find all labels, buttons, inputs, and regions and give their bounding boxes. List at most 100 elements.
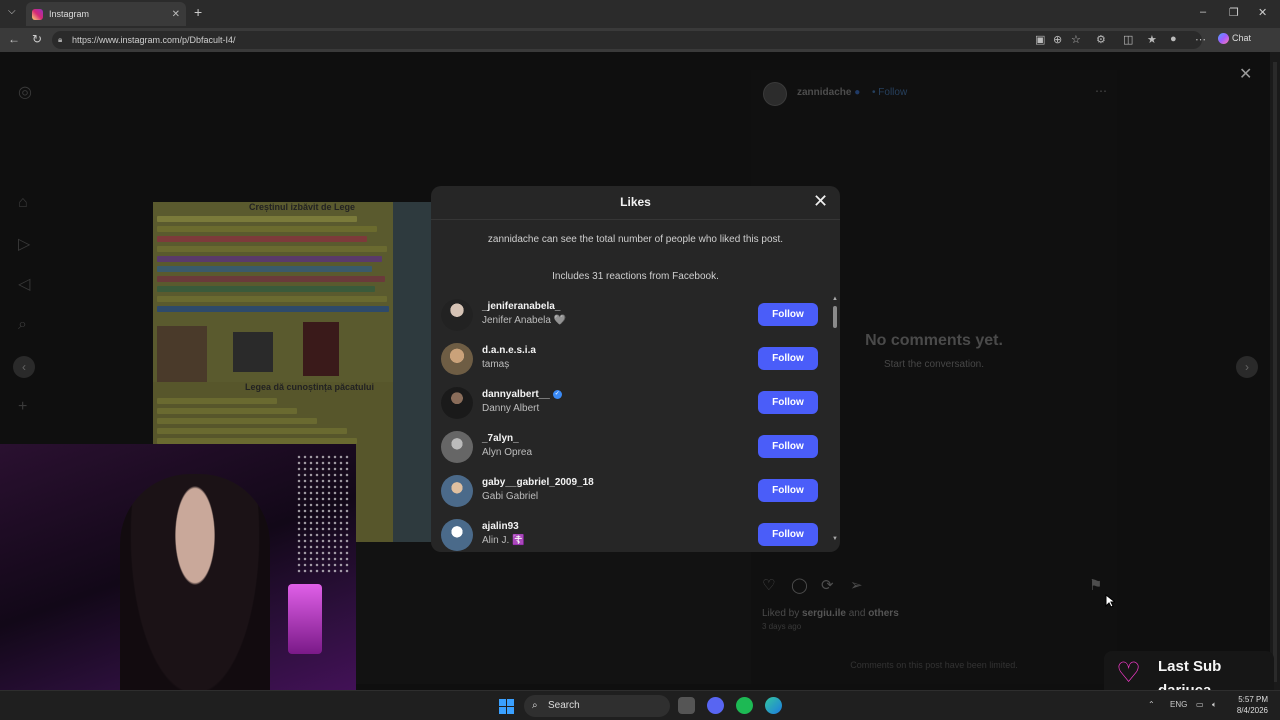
username[interactable]: _jeniferanabela_ xyxy=(482,301,560,312)
share-icon[interactable]: ➢ xyxy=(850,576,863,594)
discord-icon[interactable] xyxy=(707,697,724,714)
verified-badge-icon: ✓ xyxy=(552,389,562,399)
streamer-person xyxy=(120,474,270,720)
copilot-chat-button[interactable]: Chat xyxy=(1218,33,1252,45)
windows-start-icon[interactable] xyxy=(499,699,514,714)
author-avatar[interactable] xyxy=(763,82,787,106)
mouse-cursor-icon xyxy=(1105,594,1115,608)
edge-browser-icon[interactable] xyxy=(765,697,782,714)
windows-taskbar: ⌕ Search ⌃ ENG ▭ 🔈︎ 5:57 PM 8/4/2026 xyxy=(0,690,1280,720)
modal-title: Likes xyxy=(620,195,651,209)
liked-by-text[interactable]: Liked by sergiu.ile and others xyxy=(762,608,899,619)
scroll-up-icon[interactable]: ▲ xyxy=(832,296,838,302)
repost-icon[interactable]: ⟳ xyxy=(821,576,834,594)
spotify-icon[interactable] xyxy=(736,697,753,714)
like-row[interactable]: d.a.n.e.s.i.a tamaș Follow xyxy=(441,340,821,384)
full-name: Gabi Gabriel xyxy=(482,491,539,502)
follow-button[interactable]: Follow xyxy=(758,347,818,370)
zoom-icon[interactable]: ⊕ xyxy=(1053,33,1062,46)
follow-button[interactable]: Follow xyxy=(758,391,818,414)
like-row[interactable]: gaby__gabriel_2009_18 Gabi Gabriel Follo… xyxy=(441,472,821,516)
clock-time: 5:57 PM xyxy=(1238,695,1268,704)
username[interactable]: ajalin93 xyxy=(482,521,519,532)
follow-button[interactable]: Follow xyxy=(758,479,818,502)
page-scrollbar[interactable] xyxy=(1270,52,1280,690)
collage-subtitle: Legea dă cunoștința păcatului xyxy=(245,382,375,392)
user-avatar[interactable] xyxy=(441,519,473,551)
heart-icon: ♡ xyxy=(1116,657,1142,688)
lock-icon: 🔒︎ xyxy=(58,35,63,44)
tab-title: Instagram xyxy=(49,9,90,19)
likes-visibility-note: zannidache can see the total number of p… xyxy=(487,234,784,245)
like-row[interactable]: ajalin93 Alin J. ☦️ Follow xyxy=(441,516,821,552)
maximize-icon[interactable]: ❐ xyxy=(1229,6,1239,19)
app-icon[interactable]: ▣ xyxy=(1035,33,1045,46)
url-text: https://www.instagram.com/p/Dbfacult-I4/ xyxy=(72,35,236,45)
new-tab-icon[interactable]: + xyxy=(194,4,202,20)
follow-author-link[interactable]: • Follow xyxy=(872,87,907,98)
user-avatar[interactable] xyxy=(441,343,473,375)
tab-menu-icon[interactable]: ⌵ xyxy=(8,6,16,17)
extensions-icon[interactable]: ⚙ xyxy=(1096,33,1106,46)
scroll-down-icon[interactable]: ▼ xyxy=(832,536,838,542)
taskbar-search[interactable]: ⌕ Search xyxy=(524,695,670,717)
back-icon[interactable]: ← xyxy=(8,32,20,46)
volume-icon[interactable]: 🔈︎ xyxy=(1212,700,1217,710)
search-icon[interactable]: ⌕ xyxy=(18,316,27,334)
username[interactable]: dannyalbert__ ✓ xyxy=(482,389,562,400)
follow-button[interactable]: Follow xyxy=(758,435,818,458)
browser-tab[interactable]: Instagram ✕ xyxy=(26,2,186,26)
messages-icon[interactable]: ◁ xyxy=(18,274,30,294)
follow-button[interactable]: Follow xyxy=(758,523,818,546)
window-close-icon[interactable]: ✕ xyxy=(1258,6,1267,19)
file-explorer-icon[interactable] xyxy=(678,697,695,714)
tray-expand-icon[interactable]: ⌃ xyxy=(1148,700,1155,709)
browser-toolbar: ← ↻ 🔒︎ https://www.instagram.com/p/Dbfac… xyxy=(0,28,1280,52)
like-row[interactable]: _7alyn_ Alyn Oprea Follow xyxy=(441,428,821,472)
carousel-next-icon[interactable]: › xyxy=(1236,356,1258,378)
chat-label: Chat xyxy=(1232,33,1252,43)
post-author[interactable]: zannidache ● xyxy=(797,87,860,98)
follow-button[interactable]: Follow xyxy=(758,303,818,326)
comment-icon[interactable]: ◯ xyxy=(791,576,808,594)
username[interactable]: _7alyn_ xyxy=(482,433,519,444)
user-avatar[interactable] xyxy=(441,431,473,463)
username[interactable]: gaby__gabriel_2009_18 xyxy=(482,477,594,488)
streamer-webcam xyxy=(0,444,356,720)
post-close-icon[interactable]: ✕ xyxy=(1239,64,1252,84)
reload-icon[interactable]: ↻ xyxy=(32,32,42,46)
collage-title: Creștinul izbăvit de Lege xyxy=(249,202,356,212)
network-icon[interactable]: ▭ xyxy=(1196,700,1204,709)
likes-scrollbar[interactable]: ▲ ▼ xyxy=(832,296,838,546)
create-icon[interactable]: + xyxy=(18,398,27,416)
more-options-icon[interactable]: ⋯ xyxy=(1095,84,1107,98)
like-row[interactable]: _jeniferanabela_ Jenifer Anabela 🩶 Follo… xyxy=(441,296,821,340)
clock-date: 8/4/2026 xyxy=(1236,706,1268,715)
minimize-icon[interactable]: – xyxy=(1200,6,1206,18)
like-heart-icon[interactable]: ♡ xyxy=(762,576,775,594)
user-avatar[interactable] xyxy=(441,475,473,507)
address-bar[interactable]: 🔒︎ https://www.instagram.com/p/Dbfacult-… xyxy=(52,31,1202,49)
tab-close-icon[interactable]: ✕ xyxy=(172,9,180,20)
user-avatar[interactable] xyxy=(441,387,473,419)
profile-avatar-icon[interactable]: ● xyxy=(1170,33,1177,45)
full-name: tamaș xyxy=(482,359,510,370)
modal-close-icon[interactable]: ✕ xyxy=(813,191,828,212)
home-icon[interactable]: ⌂ xyxy=(18,194,28,212)
split-screen-icon[interactable]: ◫ xyxy=(1123,33,1133,46)
language-indicator[interactable]: ENG xyxy=(1170,700,1187,709)
like-row[interactable]: dannyalbert__ ✓ Danny Albert Follow xyxy=(441,384,821,428)
bookmark-icon[interactable]: ⚑ xyxy=(1089,576,1102,594)
copilot-icon xyxy=(1218,33,1229,45)
favorites-icon[interactable]: ★ xyxy=(1147,33,1157,46)
more-options-icon[interactable]: ⋯ xyxy=(1195,33,1206,46)
carousel-prev-icon[interactable]: ‹ xyxy=(13,356,35,378)
favorite-star-icon[interactable]: ☆ xyxy=(1071,33,1081,46)
reels-icon[interactable]: ▷ xyxy=(18,234,30,254)
scroll-thumb[interactable] xyxy=(833,306,837,328)
instagram-logo-icon[interactable]: ◎ xyxy=(18,82,32,102)
username[interactable]: d.a.n.e.s.i.a xyxy=(482,345,536,356)
taskbar-clock[interactable]: 5:57 PM 8/4/2026 xyxy=(1232,694,1268,716)
full-name: Danny Albert xyxy=(482,403,540,414)
user-avatar[interactable] xyxy=(441,299,473,331)
